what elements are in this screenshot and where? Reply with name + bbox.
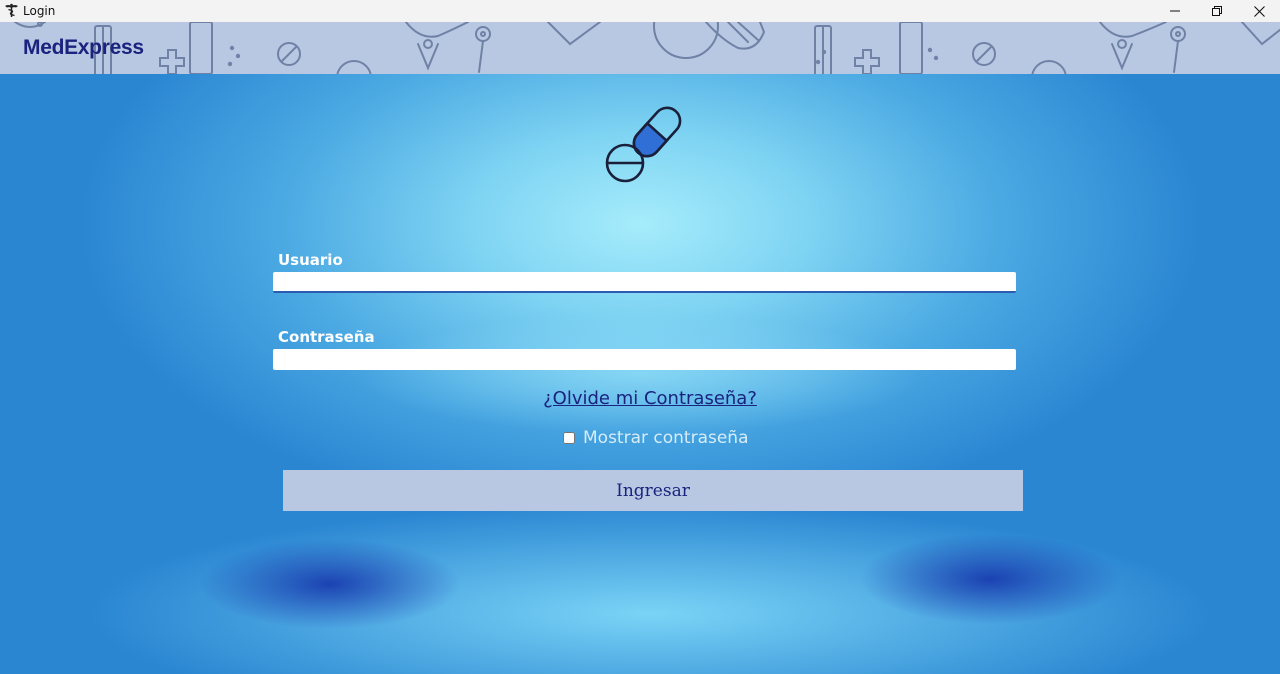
restore-button[interactable] <box>1195 0 1239 22</box>
forgot-password-link[interactable]: ¿Olvide mi Contraseña? <box>0 388 1280 409</box>
pills-logo <box>600 102 692 191</box>
brand-name: MedExpress <box>23 36 144 59</box>
minimize-icon <box>1170 10 1180 12</box>
window-titlebar: Login <box>0 0 1280 22</box>
close-button[interactable] <box>1237 0 1280 22</box>
close-icon <box>1253 5 1265 17</box>
header-banner: MedExpress <box>0 22 1280 74</box>
minimize-button[interactable] <box>1153 0 1197 22</box>
show-password-toggle[interactable]: Mostrar contraseña <box>563 428 749 448</box>
show-password-label[interactable]: Mostrar contraseña <box>583 428 749 448</box>
show-password-checkbox[interactable] <box>563 432 575 444</box>
login-button[interactable]: Ingresar <box>283 470 1023 511</box>
username-label: Usuario <box>278 251 343 269</box>
password-field[interactable] <box>273 349 1016 370</box>
caduceus-icon <box>4 3 19 18</box>
username-field[interactable] <box>273 272 1016 293</box>
login-panel: Usuario Contraseña ¿Olvide mi Contraseña… <box>0 74 1280 674</box>
password-label: Contraseña <box>278 328 375 346</box>
restore-icon <box>1212 6 1222 16</box>
window-title: Login <box>23 4 56 18</box>
pills-icon <box>605 106 682 183</box>
medical-icons-pattern <box>13 22 1280 74</box>
